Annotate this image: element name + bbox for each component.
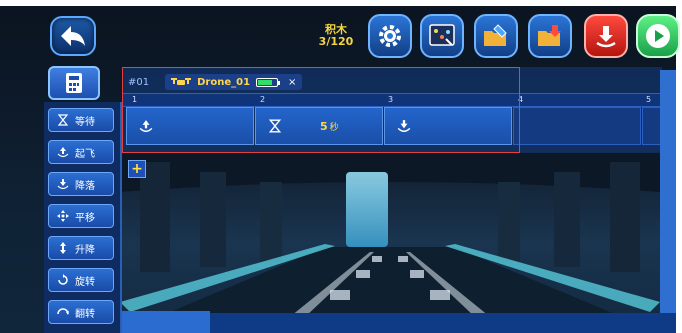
tunnel-scene-graphic — [120, 152, 660, 333]
program-slot-empty[interactable] — [642, 107, 662, 145]
palette-item-label: 等待 — [75, 116, 95, 128]
drone-tab-row: #01 Drone_01 × — [128, 73, 303, 91]
palette-item-move[interactable]: 平移 — [48, 204, 114, 228]
right-scrollbar[interactable] — [660, 70, 676, 333]
close-tab-button[interactable]: × — [288, 77, 296, 88]
blocks-count-value: 3/120 — [318, 35, 354, 48]
palette-item-label: 翻转 — [75, 308, 95, 320]
program-slot-empty[interactable] — [513, 107, 641, 145]
palette-toggle-button[interactable] — [48, 66, 100, 100]
calculator-icon — [66, 73, 82, 93]
palette-item-updown[interactable]: 升降 — [48, 236, 114, 260]
palette-item-label: 平移 — [75, 212, 95, 224]
drone-map-icon — [429, 24, 455, 46]
palette-item-rotate[interactable]: 旋转 — [48, 268, 114, 292]
palette-column: 等待 起飞 降落 平移 升降 旋转 翻转 — [44, 102, 122, 333]
rotate-icon — [58, 274, 68, 285]
palette-item-takeoff[interactable]: 起飞 — [48, 140, 114, 164]
land-icon — [397, 120, 411, 132]
formation-map-button[interactable] — [420, 14, 464, 58]
program-block-takeoff[interactable] — [126, 107, 254, 145]
download-button[interactable] — [584, 14, 628, 58]
program-block-wait[interactable]: 5 秒 — [255, 107, 383, 145]
battery-indicator — [256, 77, 281, 87]
move-icon — [57, 210, 69, 222]
updown-icon — [60, 242, 66, 254]
gear-icon — [379, 25, 401, 47]
drone-name: Drone_01 — [197, 76, 251, 88]
hourglass-icon — [268, 119, 282, 133]
ruler-mark: 4 — [518, 95, 524, 104]
program-block-land[interactable] — [384, 107, 512, 145]
ruler-mark: 2 — [260, 95, 266, 104]
settings-button[interactable] — [368, 14, 412, 58]
wait-duration-unit: 秒 — [329, 122, 339, 133]
drone-tab[interactable]: Drone_01 × — [165, 74, 303, 90]
open-file-button[interactable] — [528, 14, 572, 58]
program-panel: #01 Drone_01 × 1 2 3 4 5 5 秒 — [122, 67, 662, 153]
ruler-mark: 5 — [646, 95, 652, 104]
block-palette: 等待 起飞 降落 平移 升降 旋转 翻转 — [38, 62, 122, 333]
ruler-mark: 3 — [388, 95, 394, 104]
edit-file-button[interactable] — [474, 14, 518, 58]
palette-item-label: 起飞 — [75, 148, 95, 160]
land-icon — [57, 179, 69, 190]
run-button[interactable] — [636, 14, 680, 58]
palette-item-label: 升降 — [75, 244, 95, 256]
drone-icon — [171, 78, 192, 85]
blocks-counter: 积木 3/120 — [314, 24, 358, 48]
flip-icon — [57, 308, 69, 315]
wait-duration-value[interactable]: 5 — [320, 120, 328, 133]
hourglass-icon — [57, 114, 69, 126]
program-id: #01 — [128, 76, 150, 88]
folder-open-icon — [538, 25, 561, 46]
battery-fill — [258, 79, 273, 85]
takeoff-icon — [139, 120, 153, 132]
palette-item-land[interactable]: 降落 — [48, 172, 114, 196]
bottom-tab[interactable] — [122, 311, 210, 333]
add-drone-button[interactable]: + — [128, 160, 146, 178]
timeline-ruler: 1 2 3 4 5 — [122, 93, 662, 107]
folder-edit-icon — [484, 24, 507, 46]
ruler-mark: 1 — [132, 95, 138, 104]
play-icon — [646, 24, 670, 48]
app-window: 积木 3/120 等待 起飞 降落 平移 升降 旋转 翻转 #01 Drone_… — [0, 0, 682, 333]
palette-item-label: 降落 — [75, 180, 95, 192]
back-arrow-icon — [61, 26, 85, 46]
palette-item-wait[interactable]: 等待 — [48, 108, 114, 132]
takeoff-icon — [57, 147, 69, 158]
palette-item-label: 旋转 — [75, 276, 95, 288]
back-button[interactable] — [50, 16, 96, 56]
palette-item-flip[interactable]: 翻转 — [48, 300, 114, 324]
download-icon — [596, 26, 616, 48]
tunnel-scene — [120, 152, 660, 333]
